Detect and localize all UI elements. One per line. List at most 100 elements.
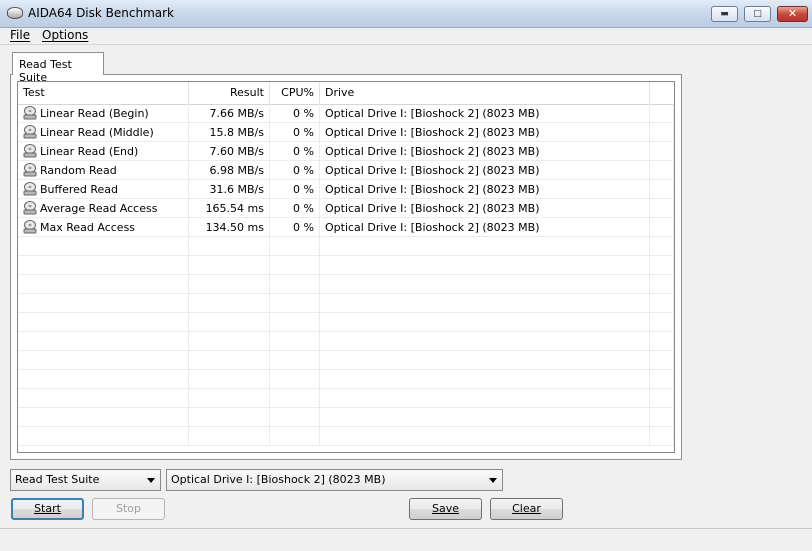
empty-cell	[650, 142, 674, 161]
menu-divider	[0, 44, 812, 45]
results-table[interactable]: Test Result CPU% Drive Linear Read (Begi…	[17, 81, 675, 453]
stop-button-label: Stop	[115, 502, 141, 515]
empty-cell	[189, 294, 270, 313]
empty-cell	[270, 370, 320, 389]
empty-cell	[650, 256, 674, 275]
empty-cell	[650, 237, 674, 256]
empty-cell	[18, 427, 189, 446]
close-icon: ✕	[787, 7, 798, 20]
empty-cell	[320, 332, 650, 351]
table-row[interactable]: Linear Read (Begin) 7.66 MB/s 0 % Optical D…	[18, 104, 674, 123]
empty-cell	[18, 237, 189, 256]
cell-drive-text: Optical Drive I: [Bioshock 2] (8023 MB)	[325, 221, 540, 234]
empty-cell	[320, 313, 650, 332]
disk-drive-icon	[23, 220, 37, 234]
cell-cpu: 0 %	[270, 161, 320, 180]
disk-drive-icon	[23, 125, 37, 139]
cell-test: Linear Read (End)	[18, 142, 189, 161]
cell-result: 6.98 MB/s	[189, 161, 270, 180]
empty-cell	[650, 294, 674, 313]
cell-test: Linear Read (Begin)	[18, 104, 189, 123]
empty-cell	[18, 256, 189, 275]
column-header-test[interactable]: Test	[18, 82, 189, 104]
stop-button[interactable]: Stop	[92, 498, 165, 520]
window-title: AIDA64 Disk Benchmark	[28, 6, 175, 20]
clear-button-label: Clear	[512, 502, 541, 515]
empty-cell	[320, 294, 650, 313]
table-row[interactable]: Linear Read (End) 7.60 MB/s 0 % Optical Dri…	[18, 142, 674, 161]
dropdown-arrow-icon	[489, 478, 497, 483]
cell-result: 7.60 MB/s	[189, 142, 270, 161]
cell-cpu: 0 %	[270, 142, 320, 161]
maximize-button[interactable]: □	[744, 6, 771, 22]
empty-cell	[650, 104, 674, 123]
empty-cell	[270, 408, 320, 427]
empty-cell	[320, 256, 650, 275]
empty-cell	[18, 389, 189, 408]
empty-cell	[320, 237, 650, 256]
menu-options[interactable]: Options	[42, 28, 88, 42]
cell-result: 165.54 ms	[189, 199, 270, 218]
cell-result: 31.6 MB/s	[189, 180, 270, 199]
clear-button[interactable]: Clear	[490, 498, 563, 520]
table-header: Test Result CPU% Drive	[18, 82, 674, 105]
empty-cell	[270, 275, 320, 294]
empty-row	[18, 408, 674, 427]
table-row[interactable]: Linear Read (Middle) 15.8 MB/s 0 % Optical …	[18, 123, 674, 142]
empty-cell	[270, 313, 320, 332]
empty-cell	[189, 275, 270, 294]
empty-cell	[650, 199, 674, 218]
column-header-result[interactable]: Result	[189, 82, 270, 104]
cell-test-text: Buffered Read	[40, 183, 119, 196]
empty-cell	[650, 218, 674, 237]
empty-cell	[270, 256, 320, 275]
maximize-icon: □	[753, 9, 762, 19]
cell-result: 7.66 MB/s	[189, 104, 270, 123]
cell-test-text: Linear Read (Begin)	[40, 107, 149, 120]
empty-cell	[270, 427, 320, 446]
suite-select-value: Read Test Suite	[15, 473, 100, 486]
save-button-label: Save	[431, 502, 459, 515]
minimize-icon: ▬	[720, 9, 729, 19]
cell-drive: Optical Drive I: [Bioshock 2] (8023 MB)	[320, 218, 650, 237]
empty-cell	[650, 275, 674, 294]
cell-drive-text: Optical Drive I: [Bioshock 2] (8023 MB)	[325, 164, 540, 177]
close-button[interactable]: ✕	[777, 6, 808, 22]
empty-cell	[320, 427, 650, 446]
title-bar: AIDA64 Disk Benchmark ▬ □ ✕	[0, 0, 812, 28]
empty-cell	[18, 370, 189, 389]
save-button[interactable]: Save	[409, 498, 482, 520]
suite-select[interactable]: Read Test Suite	[10, 469, 161, 491]
cell-result-text: 6.98 MB/s	[209, 164, 264, 177]
cell-cpu: 0 %	[270, 123, 320, 142]
drive-select[interactable]: Optical Drive I: [Bioshock 2] (8023 MB)	[166, 469, 503, 491]
cell-cpu-text: 0 %	[293, 107, 314, 120]
minimize-button[interactable]: ▬	[711, 6, 738, 22]
table-row[interactable]: Buffered Read 31.6 MB/s 0 % Optical Drive I…	[18, 180, 674, 199]
menu-file[interactable]: File	[10, 28, 30, 42]
empty-row	[18, 351, 674, 370]
cell-drive-text: Optical Drive I: [Bioshock 2] (8023 MB)	[325, 107, 540, 120]
table-row[interactable]: Random Read 6.98 MB/s 0 % Optical Drive I: …	[18, 161, 674, 180]
empty-row	[18, 370, 674, 389]
drive-select-value: Optical Drive I: [Bioshock 2] (8023 MB)	[171, 473, 386, 486]
disk-drive-icon	[23, 201, 37, 215]
empty-cell	[18, 351, 189, 370]
empty-cell	[18, 408, 189, 427]
column-header-cpu[interactable]: CPU%	[270, 82, 320, 104]
start-button[interactable]: Start	[11, 498, 84, 520]
empty-cell	[650, 123, 674, 142]
empty-cell	[650, 351, 674, 370]
empty-cell	[18, 275, 189, 294]
cell-result-text: 134.50 ms	[205, 221, 264, 234]
column-header-drive[interactable]: Drive	[320, 82, 650, 104]
empty-cell	[189, 408, 270, 427]
tab-read-test-suite[interactable]: Read Test Suite	[12, 52, 104, 84]
table-row[interactable]: Average Read Access 165.54 ms 0 % Optical D…	[18, 199, 674, 218]
cell-cpu-text: 0 %	[293, 202, 314, 215]
table-row[interactable]: Max Read Access 134.50 ms 0 % Optical Drive…	[18, 218, 674, 237]
cell-drive: Optical Drive I: [Bioshock 2] (8023 MB)	[320, 104, 650, 123]
cell-drive: Optical Drive I: [Bioshock 2] (8023 MB)	[320, 161, 650, 180]
empty-cell	[189, 237, 270, 256]
empty-cell	[650, 370, 674, 389]
